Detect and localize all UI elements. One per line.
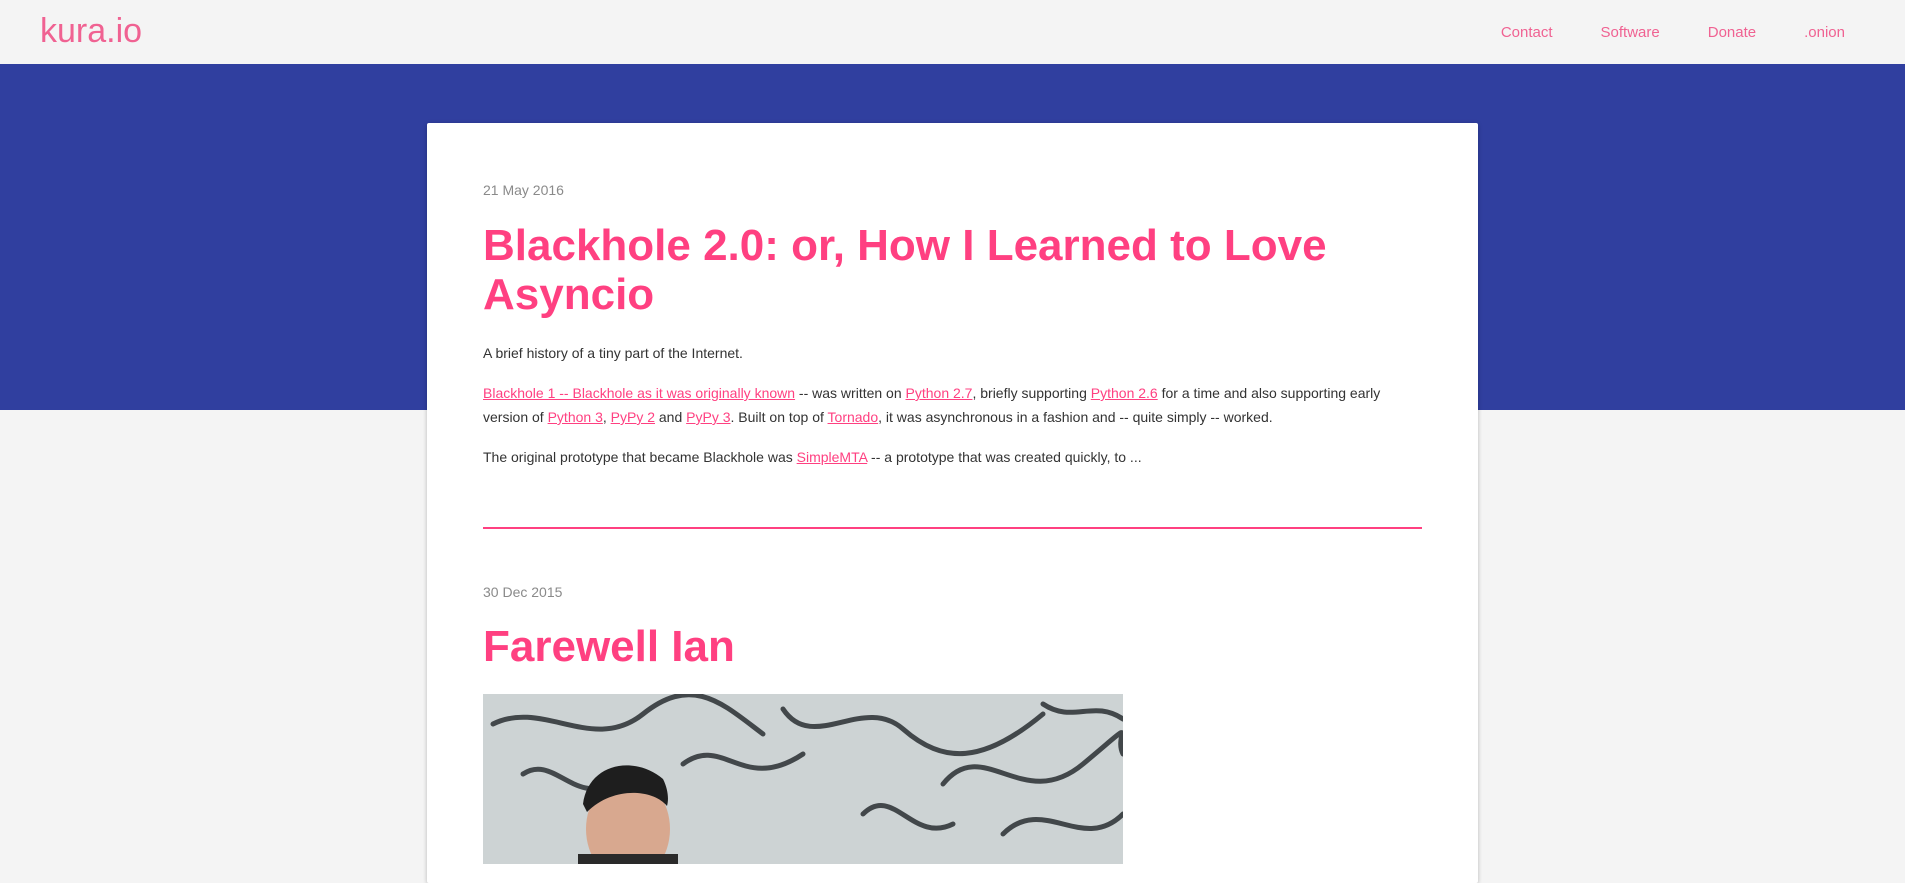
post-title-text: Blackhole 2.0: or, How I Learned to Love… bbox=[483, 221, 1327, 319]
tornado-link[interactable]: Tornado bbox=[828, 409, 879, 425]
text-segment: , bbox=[602, 409, 611, 425]
nav-contact-link[interactable]: Contact bbox=[1501, 24, 1553, 41]
post-paragraph-1: Blackhole 1 -- Blackhole as it was origi… bbox=[483, 381, 1422, 429]
blackhole-1-link[interactable]: Blackhole 1 -- Blackhole as it was origi… bbox=[483, 385, 795, 401]
nav-onion-link[interactable]: .onion bbox=[1804, 24, 1845, 41]
post-title-link[interactable]: Farewell Ian bbox=[483, 622, 1422, 671]
nav-donate-link[interactable]: Donate bbox=[1708, 24, 1756, 41]
main-nav: Contact Software Donate .onion bbox=[1453, 0, 1845, 64]
text-segment: , briefly supporting bbox=[972, 385, 1091, 401]
post-farewell-ian: 30 Dec 2015 Farewell Ian bbox=[483, 529, 1422, 864]
text-segment: -- was written on bbox=[795, 385, 906, 401]
post-photo[interactable] bbox=[483, 694, 1123, 864]
top-navigation-bar: kura.io Contact Software Donate .onion bbox=[0, 0, 1905, 64]
simplemta-link[interactable]: SimpleMTA bbox=[797, 449, 868, 465]
post-date: 21 May 2016 bbox=[483, 182, 564, 198]
post-paragraph-2: The original prototype that became Black… bbox=[483, 445, 1422, 469]
post-date: 30 Dec 2015 bbox=[483, 584, 563, 600]
pypy-3-link[interactable]: PyPy 3 bbox=[686, 409, 730, 425]
posts-card: 21 May 2016 Blackhole 2.0: or, How I Lea… bbox=[427, 123, 1478, 883]
text-segment: and bbox=[655, 409, 687, 425]
site-logo-link[interactable]: kura.io bbox=[40, 12, 142, 51]
text-segment: , it was asynchronous in a fashion and -… bbox=[878, 409, 1273, 425]
text-segment: . Built on top of bbox=[730, 409, 828, 425]
post-blackhole: 21 May 2016 Blackhole 2.0: or, How I Lea… bbox=[483, 123, 1422, 469]
text-segment: -- a prototype that was created quickly,… bbox=[867, 449, 1142, 465]
photo-of-speaker-icon bbox=[483, 694, 1123, 864]
python-26-link[interactable]: Python 2.6 bbox=[1091, 385, 1158, 401]
python-27-link[interactable]: Python 2.7 bbox=[906, 385, 973, 401]
python-3-link[interactable]: Python 3 bbox=[548, 409, 603, 425]
pypy-2-link[interactable]: PyPy 2 bbox=[611, 409, 655, 425]
nav-software-link[interactable]: Software bbox=[1601, 24, 1660, 41]
post-title-link[interactable]: Blackhole 2.0: or, How I Learned to Love… bbox=[483, 221, 1422, 319]
post-summary: A brief history of a tiny part of the In… bbox=[483, 345, 743, 361]
post-title-text: Farewell Ian bbox=[483, 622, 735, 671]
text-segment: The original prototype that became Black… bbox=[483, 449, 797, 465]
